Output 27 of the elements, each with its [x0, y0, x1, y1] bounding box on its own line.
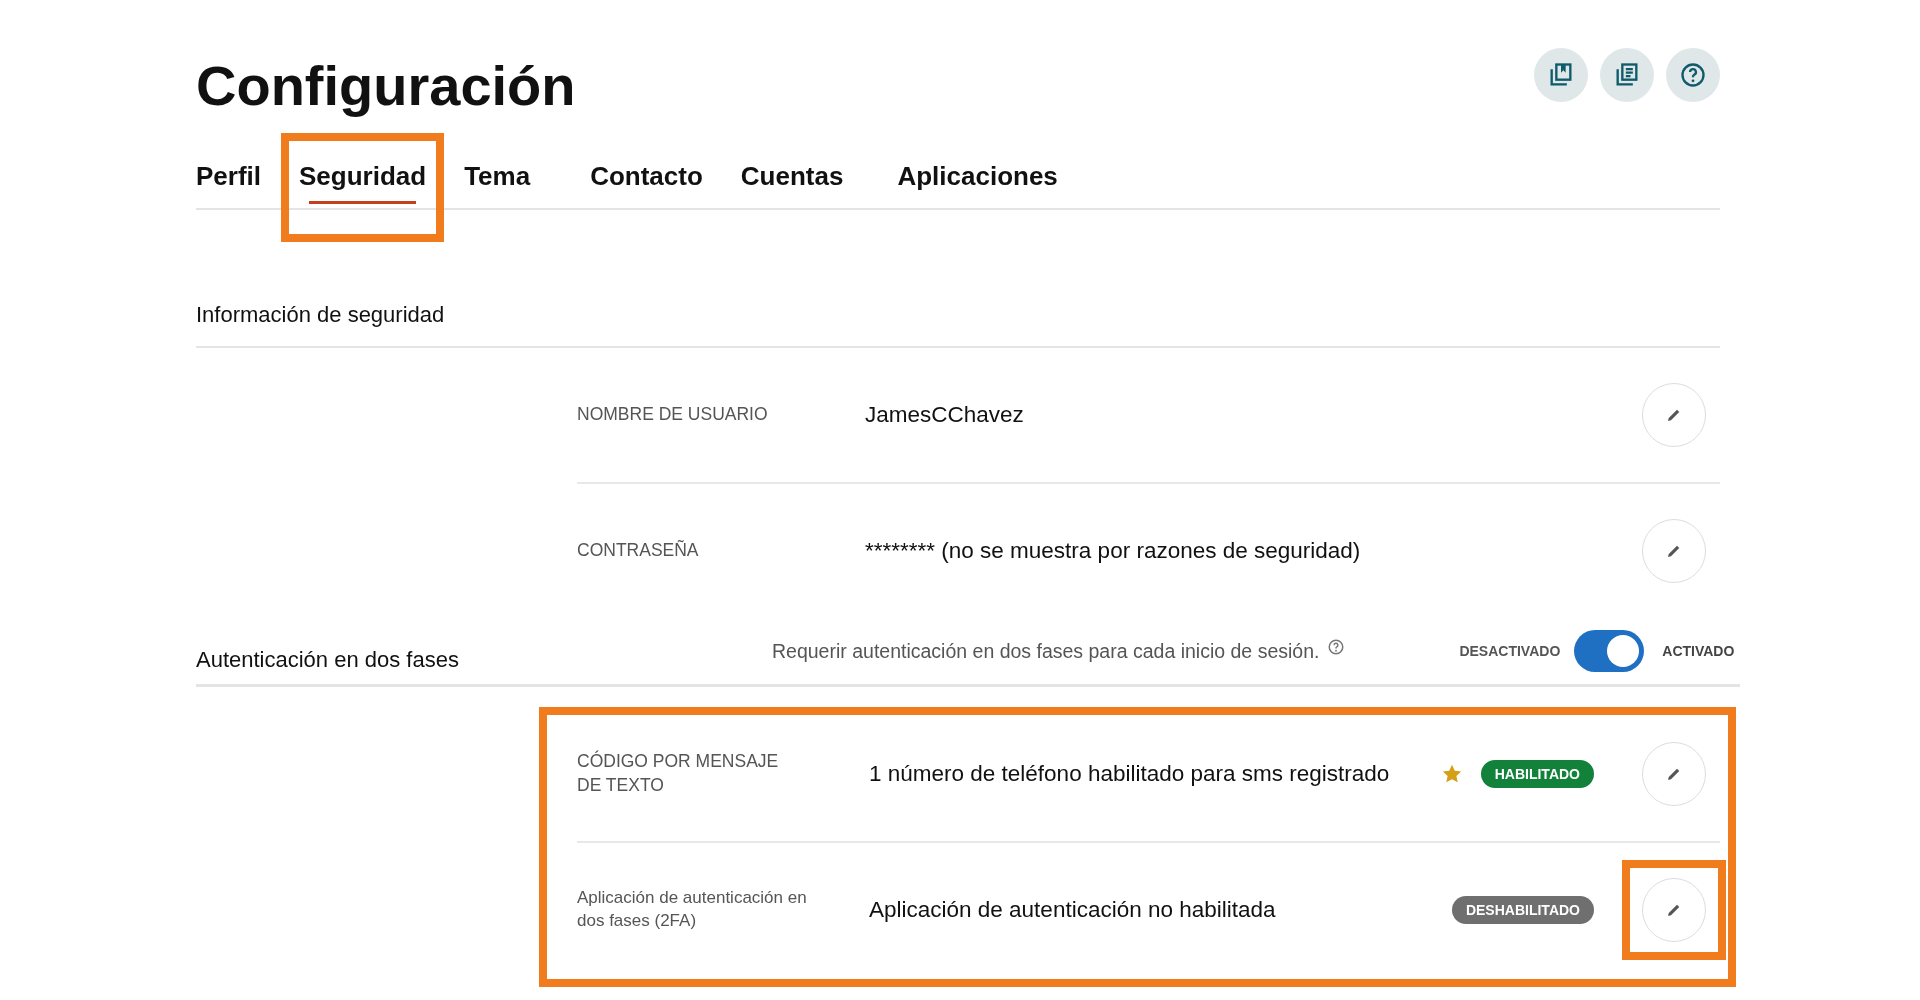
method-value: Aplicación de autenticación no habilitada	[869, 897, 1277, 923]
help-icon[interactable]	[1666, 48, 1720, 102]
field-label: CONTRASEÑA	[577, 539, 700, 563]
status-badge: DESHABILITADO	[1451, 896, 1594, 924]
method-label: CÓDIGO POR MENSAJE DE TEXTO	[577, 750, 780, 797]
description-text: Requerir autenticación en dos fases para cada inicio de sesión.	[772, 639, 1320, 663]
tab[interactable]: Contacto	[590, 161, 703, 208]
book-bookmark-icon[interactable]	[1534, 48, 1588, 102]
toggle-switch[interactable]	[1574, 630, 1645, 672]
help-icon[interactable]	[1327, 638, 1346, 656]
tab[interactable]: Cuentas	[740, 161, 844, 208]
tab[interactable]: Aplicaciones	[897, 161, 1058, 208]
method-label: Aplicación de autenticación en dos fases (2FA)	[577, 887, 807, 932]
method-value: 1 número de teléfono habilitado para sms registrado	[869, 761, 1391, 787]
tab[interactable]: Tema	[464, 161, 531, 208]
field-label: NOMBRE DE USUARIO	[577, 403, 769, 427]
tab[interactable]: Perfil	[196, 161, 262, 208]
section-heading: Autenticación en dos fases	[196, 647, 460, 673]
off-label: DESACTIVADO	[1459, 643, 1561, 659]
section-heading: Información de seguridad	[196, 302, 1720, 348]
field-value: ******** (no se muestra por razones de seguridad)	[865, 538, 1362, 564]
tab[interactable]: Seguridad	[299, 161, 427, 208]
on-label: ACTIVADO	[1662, 643, 1735, 659]
status-badge: HABILITADO	[1480, 760, 1594, 788]
document-stack-icon[interactable]	[1600, 48, 1654, 102]
page-title: Configuración	[196, 52, 576, 118]
field-value: JamesCChavez	[865, 402, 1025, 428]
